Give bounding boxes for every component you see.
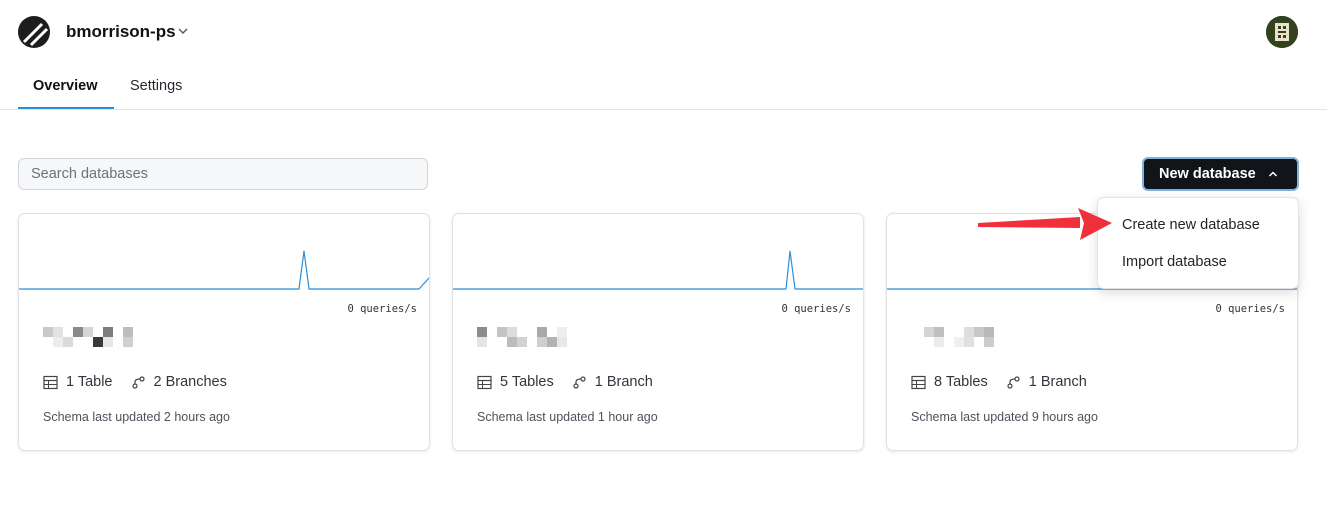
tables-stat[interactable]: 1 Table (43, 374, 113, 390)
queries-sparkline (453, 250, 863, 290)
org-name[interactable]: bmorrison-ps (66, 22, 176, 42)
tables-count: 8 Tables (934, 374, 988, 390)
schema-updated-text: Schema last updated 2 hours ago (43, 410, 230, 424)
new-database-button[interactable]: New database (1142, 157, 1299, 191)
branches-count: 1 Branch (594, 374, 653, 390)
schema-updated-text: Schema last updated 1 hour ago (477, 410, 658, 424)
planetscale-logo-icon[interactable] (18, 16, 50, 48)
queries-sparkline (19, 250, 429, 290)
new-database-dropdown: Create new database Import database (1097, 197, 1299, 289)
new-database-button-label: New database (1159, 166, 1256, 182)
search-databases-input[interactable] (18, 158, 428, 190)
database-card[interactable]: 0 queries/s 1 Table 2 Branches Schema la… (18, 213, 430, 451)
branches-stat[interactable]: 2 Branches (131, 374, 227, 390)
table-icon (43, 375, 58, 389)
branches-count: 2 Branches (153, 374, 227, 390)
branches-stat[interactable]: 1 Branch (572, 374, 653, 390)
chevron-down-icon[interactable] (177, 25, 189, 37)
annotation-arrow-icon (978, 208, 1112, 240)
create-new-database-menu-item[interactable]: Create new database (1122, 217, 1260, 233)
queries-per-second: 0 queries/s (347, 303, 417, 315)
queries-per-second: 0 queries/s (1215, 303, 1285, 315)
import-database-menu-item[interactable]: Import database (1122, 254, 1227, 270)
branch-icon (573, 375, 586, 389)
table-icon (477, 375, 492, 389)
queries-per-second: 0 queries/s (781, 303, 851, 315)
schema-updated-text: Schema last updated 9 hours ago (911, 410, 1098, 424)
tab-overview[interactable]: Overview (33, 78, 98, 94)
table-icon (911, 375, 926, 389)
chevron-up-icon (1268, 171, 1278, 177)
tab-bar: Overview Settings (0, 64, 1327, 110)
database-stats: 8 Tables 1 Branch (911, 374, 1105, 390)
active-tab-indicator (18, 107, 114, 109)
tables-count: 5 Tables (500, 374, 554, 390)
database-stats: 5 Tables 1 Branch (477, 374, 671, 390)
tables-stat[interactable]: 5 Tables (477, 374, 554, 390)
tab-settings[interactable]: Settings (130, 78, 182, 94)
tables-stat[interactable]: 8 Tables (911, 374, 988, 390)
branches-count: 1 Branch (1028, 374, 1087, 390)
user-avatar-icon[interactable] (1266, 16, 1298, 48)
database-stats: 1 Table 2 Branches (43, 374, 245, 390)
database-card[interactable]: 0 queries/s 5 Tables 1 Branch Schema las… (452, 213, 864, 451)
branches-stat[interactable]: 1 Branch (1006, 374, 1087, 390)
branch-icon (131, 375, 145, 389)
tables-count: 1 Table (66, 374, 113, 390)
top-bar: bmorrison-ps (0, 0, 1327, 64)
branch-icon (1007, 375, 1020, 389)
